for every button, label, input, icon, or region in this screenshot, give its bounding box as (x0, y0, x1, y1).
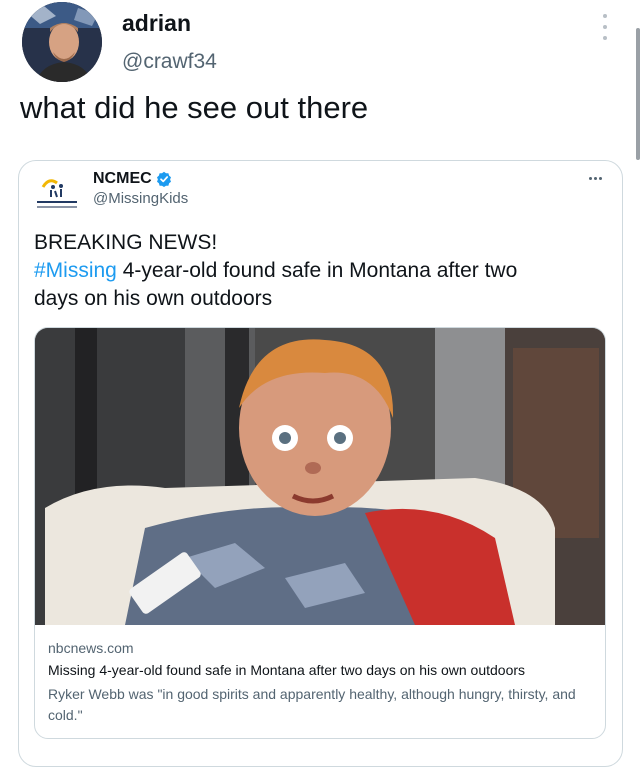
card-title[interactable]: Missing 4-year-old found safe in Montana… (48, 662, 596, 678)
author-name[interactable]: adrian (122, 10, 191, 37)
link-card[interactable]: nbcnews.com Missing 4-year-old found saf… (34, 327, 606, 739)
ncmec-logo-icon (33, 173, 81, 215)
quoted-author-name[interactable]: NCMEC (93, 170, 152, 188)
verified-badge-icon (156, 171, 171, 187)
quoted-more-icon[interactable] (589, 177, 602, 180)
article-photo (35, 328, 605, 625)
tweet-text: what did he see out there (20, 90, 369, 125)
scrollbar[interactable] (636, 28, 640, 160)
quoted-text-line2-rest: 4-year-old found safe in Montana after t… (116, 259, 518, 282)
quoted-author-name-row[interactable]: NCMEC (93, 170, 172, 188)
more-options-icon[interactable] (600, 14, 610, 40)
card-domain[interactable]: nbcnews.com (48, 640, 134, 656)
quoted-text-line3: days on his own outdoors (34, 287, 273, 310)
quoted-tweet[interactable]: NCMEC @MissingKids BREAKING NEWS! #Missi… (18, 160, 623, 767)
quoted-text-line1: BREAKING NEWS! (34, 231, 218, 254)
quoted-text-line2: #Missing 4-year-old found safe in Montan… (34, 257, 609, 285)
author-avatar[interactable] (22, 2, 102, 82)
avatar-image (22, 2, 102, 82)
quoted-tweet-text: BREAKING NEWS! #Missing 4-year-old found… (34, 229, 609, 313)
quoted-author-handle[interactable]: @MissingKids (93, 190, 188, 207)
card-description: Ryker Webb was "in good spirits and appa… (48, 686, 576, 723)
hashtag-link[interactable]: #Missing (34, 259, 117, 282)
author-handle[interactable]: @crawf34 (122, 50, 217, 74)
